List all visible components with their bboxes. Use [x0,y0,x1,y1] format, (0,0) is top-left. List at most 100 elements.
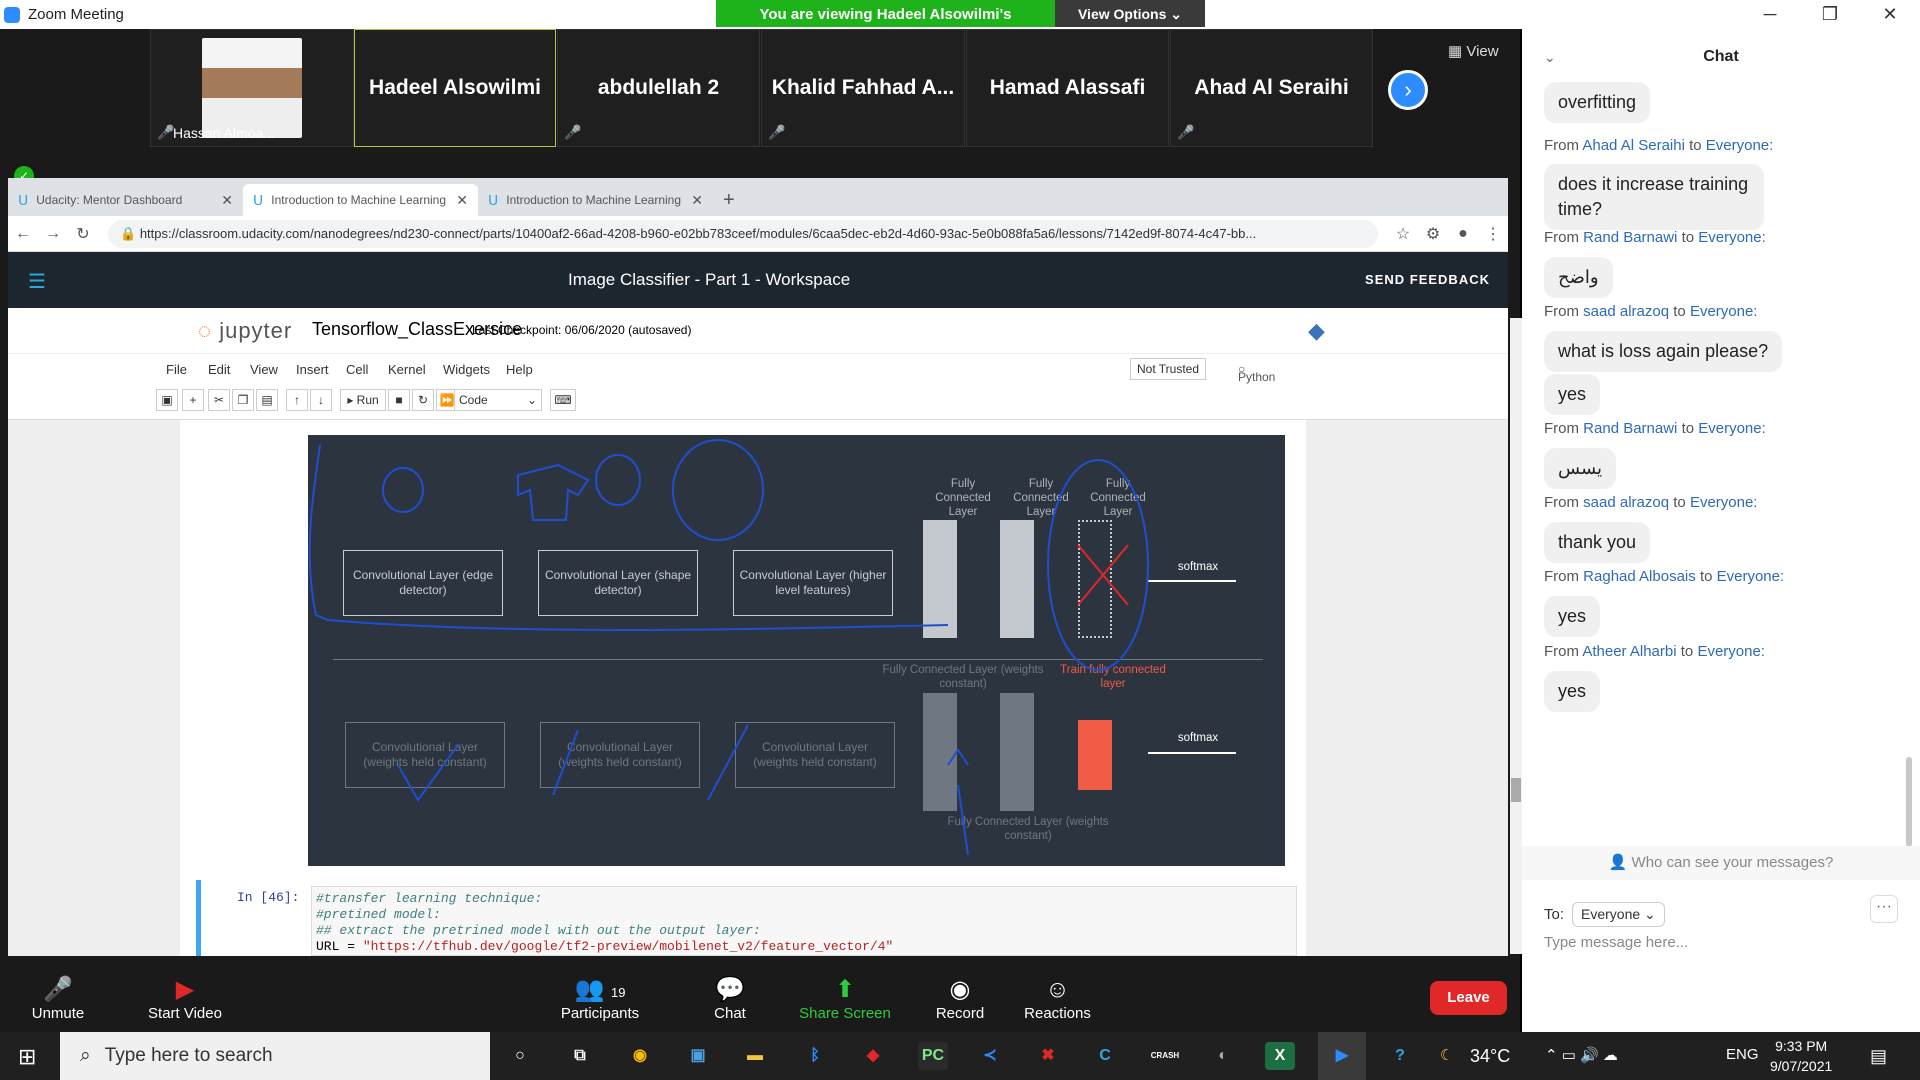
more-options-icon[interactable]: ··· [1870,895,1898,923]
stop-icon[interactable]: ■ [388,389,410,411]
app-icon[interactable]: ◐ [1208,1042,1238,1070]
send-feedback-button[interactable]: SEND FEEDBACK [1365,272,1490,287]
add-cell-icon[interactable]: + [182,389,204,411]
extensions-icon[interactable]: ⚙ [1418,224,1448,244]
browser-tab-active[interactable]: ᑌ Introduction to Machine Learning ✕ [243,184,478,216]
task-view-icon[interactable]: ⧉ [565,1042,595,1070]
menu-kernel[interactable]: Kernel [388,362,426,377]
save-icon[interactable]: ▣ [156,389,178,411]
unmute-button[interactable]: 🎤 Unmute [20,975,96,1022]
pycharm-icon[interactable]: PC [918,1042,948,1070]
menu-insert[interactable]: Insert [296,362,329,377]
participant-tile[interactable]: 🎤 Hassan Almoa... [150,29,354,147]
browser-tab[interactable]: ᑌ Introduction to Machine Learning ✕ [478,184,713,216]
zoom-taskbar-icon[interactable]: ▶ [1318,1032,1366,1080]
restart-icon[interactable]: ↻ [412,389,434,411]
chat-sender[interactable]: Raghad Albosais [1583,568,1696,585]
close-icon[interactable]: ✕ [1860,0,1920,29]
system-clock[interactable]: 9:33 PM 9/07/2021 [1770,1036,1832,1076]
keyboard-icon[interactable]: ⌨ [550,389,576,411]
notebook-scrollbar[interactable] [1510,318,1522,954]
run-button[interactable]: ▸ Run [340,389,386,411]
participant-tile[interactable]: Khalid Fahhad A... 🎤 [761,29,965,147]
forward-icon[interactable]: → [38,225,68,243]
app-icon[interactable]: ◆ [858,1042,888,1070]
chat-scrollbar[interactable] [1906,757,1912,847]
cut-icon[interactable]: ✂ [208,389,230,411]
hamburger-menu-icon[interactable]: ☰ [28,269,46,294]
menu-icon[interactable]: ⋮ [1478,224,1508,244]
code-cell[interactable]: In [46]: #transfer learning technique: #… [196,880,1297,956]
menu-widgets[interactable]: Widgets [443,362,490,377]
chat-sender[interactable]: Rand Barnawi [1583,229,1677,246]
close-tab-icon[interactable]: ✕ [221,192,233,209]
recipient-select[interactable]: Everyone ⌄ [1572,902,1665,927]
chevron-down-icon[interactable]: ⌄ [1544,29,1556,85]
back-icon[interactable]: ← [8,225,38,243]
app-icon[interactable]: ✖ [1033,1042,1063,1070]
move-up-icon[interactable]: ↑ [286,389,308,411]
reactions-button[interactable]: ☺ Reactions [1015,975,1100,1022]
participant-tile[interactable]: abdulellah 2 🎤 [557,29,760,147]
weather-icon[interactable]: ☾ [1440,1046,1453,1064]
restore-icon[interactable]: ❐ [1800,0,1860,29]
bluetooth-icon[interactable]: ᛒ [800,1042,830,1070]
menu-edit[interactable]: Edit [208,362,230,377]
reload-icon[interactable]: ↻ [68,224,98,244]
paste-icon[interactable]: ▤ [256,389,278,411]
app-icon[interactable]: CRASH [1150,1042,1180,1070]
new-tab-icon[interactable]: + [713,184,753,216]
leave-button[interactable]: Leave [1430,981,1507,1015]
taskbar-search-input[interactable]: ⌕ Type here to search [60,1032,490,1080]
record-button[interactable]: ◉ Record [925,975,995,1022]
move-down-icon[interactable]: ↓ [310,389,332,411]
excel-icon[interactable]: X [1265,1042,1295,1070]
participant-tile[interactable]: Hadeel Alsowilmi [354,29,556,147]
weather-temp[interactable]: 34°C [1470,1046,1510,1067]
browser-tab[interactable]: ᑌ Udacity: Mentor Dashboard ✕ [8,184,243,216]
view-options-button[interactable]: View Options ⌄ [1055,0,1205,27]
windows-start-icon[interactable]: ⊞ [18,1044,36,1070]
profile-icon[interactable]: ● [1448,225,1478,243]
menu-view[interactable]: View [250,362,278,377]
tray-icons[interactable]: ⌃ ▭ 🔊 ☁ [1545,1046,1618,1064]
language-indicator[interactable]: ENG [1726,1046,1759,1063]
trusted-badge[interactable]: Not Trusted [1130,358,1207,380]
cortana-icon[interactable]: ○ [505,1042,535,1070]
participants-button[interactable]: 👥 19 Participants [550,975,650,1022]
chat-sender[interactable]: saad alrazoq [1583,303,1669,320]
app-icon[interactable]: C [1090,1042,1120,1070]
menu-help[interactable]: Help [506,362,533,377]
url-input[interactable]: 🔒 https://classroom.udacity.com/nanodegr… [108,219,1378,248]
scrollbar-thumb[interactable] [1511,778,1521,802]
chrome-icon[interactable]: ◉ [625,1042,655,1070]
start-video-button[interactable]: ▶ Start Video [130,975,240,1022]
chat-sender[interactable]: Rand Barnawi [1583,420,1677,437]
vscode-icon[interactable]: ≺ [975,1042,1005,1070]
code-editor[interactable]: #transfer learning technique: #pretined … [311,886,1297,956]
close-tab-icon[interactable]: ✕ [691,192,703,209]
copy-icon[interactable]: ❐ [232,389,254,411]
share-screen-button[interactable]: ⬆ Share Screen [790,975,900,1022]
help-icon[interactable]: ? [1385,1042,1415,1070]
next-page-button[interactable]: › [1388,70,1428,110]
notification-icon[interactable]: ▤ [1870,1046,1887,1067]
participant-tile[interactable]: Ahad Al Seraihi 🎤 [1170,29,1373,147]
chat-sender[interactable]: Ahad Al Seraihi [1582,137,1685,154]
cell-type-select[interactable]: Code ⌄ [454,389,542,411]
view-button[interactable]: ▦ View [1448,42,1499,60]
app-icon[interactable]: ▣ [683,1042,713,1070]
chat-sender[interactable]: saad alrazoq [1583,494,1669,511]
menu-cell[interactable]: Cell [346,362,368,377]
minimize-icon[interactable]: ─ [1740,0,1800,29]
who-can-see-link[interactable]: 👤 Who can see your messages? [1522,846,1920,880]
jupyter-logo[interactable]: ◌ jupyter [198,318,292,344]
chat-sender[interactable]: Atheer Alharbi [1582,643,1676,660]
file-explorer-icon[interactable]: ▬ [740,1042,770,1070]
menu-file[interactable]: File [166,362,187,377]
star-icon[interactable]: ☆ [1388,224,1418,244]
chat-button[interactable]: 💬 Chat [700,975,760,1022]
chat-message-input[interactable]: Type message here... [1544,934,1688,951]
participant-tile[interactable]: Hamad Alassafi [966,29,1169,147]
close-tab-icon[interactable]: ✕ [456,192,468,209]
